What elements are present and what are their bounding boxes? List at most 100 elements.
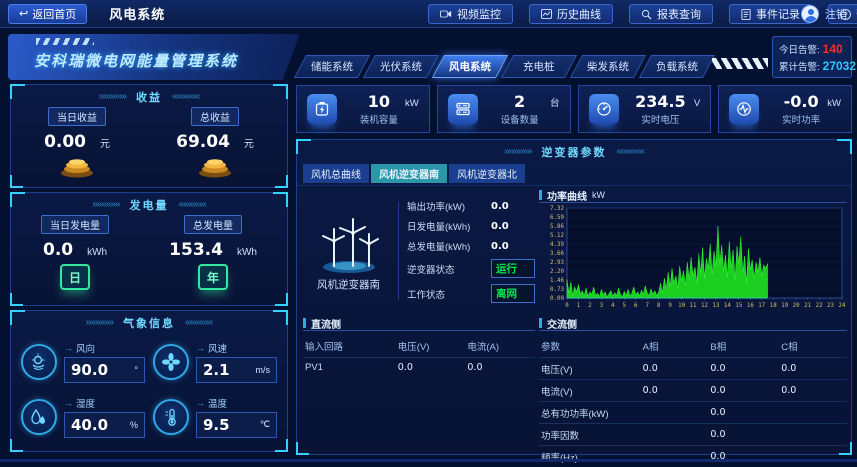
- section-bar-decoration: [539, 318, 542, 328]
- corner-decoration: [275, 439, 288, 452]
- brand-title: 安科瑞微电网能量管理系统: [34, 50, 238, 71]
- dc-side-header: 直流侧: [303, 316, 535, 331]
- svg-text:3: 3: [600, 303, 604, 309]
- page-title: 风电系统: [109, 4, 165, 23]
- stat-cards: 10 kW 装机容量 2 台 设备数量 234.5 V 实时电压: [296, 85, 852, 133]
- video-monitor-label: 视频监控: [457, 6, 501, 22]
- power-curve-title: 功率曲线: [547, 188, 587, 203]
- wind-direction-valuebox: 90.0 °: [64, 357, 145, 383]
- history-curve-button[interactable]: 历史曲线: [529, 4, 613, 24]
- tab-load-system[interactable]: 负载系统: [639, 55, 715, 78]
- daily-battery-icon: 日: [60, 264, 90, 290]
- weather-panel: »»»»»» 气象信息 «««««« 风向 90.0 ° 风速: [10, 310, 288, 452]
- svg-text:21: 21: [804, 303, 811, 309]
- total-energy-value: 0.0: [491, 241, 509, 252]
- realtime-voltage-card: 234.5 V 实时电压: [578, 85, 712, 133]
- report-query-button[interactable]: 报表查询: [629, 4, 713, 24]
- svg-text:3.66: 3.66: [550, 251, 564, 257]
- back-home-label: 返回首页: [32, 6, 76, 22]
- humidity-cell: 湿度 40.0 %: [21, 394, 145, 439]
- svg-text:17: 17: [758, 303, 765, 309]
- back-home-button[interactable]: ↩ 返回首页: [8, 4, 87, 24]
- svg-text:0.73: 0.73: [550, 287, 564, 293]
- divider: [398, 202, 399, 300]
- table-row: 总有功功率(kW)0.0: [539, 402, 847, 424]
- tab-turbine-total-curve[interactable]: 风机总曲线: [303, 164, 369, 183]
- realtime-power-unit: kW: [827, 98, 841, 109]
- tab-pv-system[interactable]: 光伏系统: [363, 55, 439, 78]
- total-generation-label: 总发电量: [184, 215, 242, 234]
- event-record-button[interactable]: 事件记录: [729, 4, 812, 24]
- arrow-decoration: »»»»»»: [86, 317, 113, 328]
- fan-icon: [153, 344, 189, 380]
- ac-side-section: 交流侧 参数 A相 B相 C相 电压(V)0.00.00.0 电流(V)0.00…: [539, 316, 847, 448]
- svg-text:5.86: 5.86: [550, 224, 564, 230]
- video-monitor-button[interactable]: 视频监控: [428, 4, 513, 24]
- realtime-voltage-label: 实时电压: [641, 112, 679, 126]
- svg-text:8: 8: [657, 303, 661, 309]
- back-arrow-icon: ↩: [19, 7, 28, 20]
- tab-wind-system[interactable]: 风电系统: [432, 55, 508, 78]
- svg-text:1: 1: [577, 303, 581, 309]
- svg-text:23: 23: [827, 303, 834, 309]
- output-power-row: 输出功率(kW) 0.0: [407, 199, 535, 213]
- humidity-valuebox: 40.0 %: [64, 412, 145, 438]
- svg-text:12: 12: [701, 303, 708, 309]
- power-curve-section: 功率曲线 kW 2023年2月4日 0.000.731.462.202.933.…: [539, 188, 847, 312]
- temperature-unit: ℃: [260, 419, 270, 430]
- power-curve-chart[interactable]: 0.000.731.462.202.933.664.395.125.866.59…: [539, 204, 847, 310]
- svg-text:1.46: 1.46: [550, 278, 564, 284]
- installed-capacity-label: 装机容量: [360, 112, 398, 126]
- inverter-panel: »»»»»» 逆变器参数 «««««« 风机总曲线 风机逆变器南 风机逆变器北 …: [296, 139, 852, 455]
- wind-turbine-icon: [309, 211, 389, 275]
- svg-text:0: 0: [565, 303, 569, 309]
- generation-header: »»»»»» 发电量 ««««««: [11, 193, 287, 213]
- revenue-panel: »»»»»» 收益 «««««« 当日收益 0.00 元 总收益 69.04 元: [10, 84, 288, 188]
- realtime-power-value: -0.0: [784, 92, 819, 111]
- alarm-summary: 今日告警: 140 累计告警: 27032: [772, 36, 852, 78]
- table-row: PV1 0.0 0.0: [303, 358, 535, 377]
- arrow-decoration: »»»»»»: [504, 146, 531, 157]
- weather-title: 气象信息: [123, 315, 175, 331]
- wind-speed-valuebox: 2.1 m/s: [196, 357, 277, 383]
- installed-capacity-card: 10 kW 装机容量: [296, 85, 430, 133]
- tab-inverter-south[interactable]: 风机逆变器南: [371, 164, 447, 183]
- top-bar: ↩ 返回首页 风电系统 视频监控 历史曲线 报表查询 事件记录 ? 帮助文档 注…: [0, 0, 857, 28]
- user-avatar-icon[interactable]: [801, 5, 819, 23]
- wind-direction-cell: 风向 90.0 °: [21, 339, 145, 384]
- document-icon: [741, 9, 751, 20]
- temperature-label: 温度: [196, 396, 277, 410]
- realtime-voltage-unit: V: [694, 98, 700, 109]
- search-icon: [641, 9, 652, 20]
- section-bar-decoration: [303, 318, 306, 328]
- svg-text:9: 9: [668, 303, 672, 309]
- table-row: 电压(V)0.00.00.0: [539, 358, 847, 380]
- tab-charging-pile[interactable]: 充电桩: [501, 55, 577, 78]
- total-generation-value: 153.4: [169, 240, 223, 260]
- arrow-decoration: »»»»»»: [99, 91, 126, 102]
- total-generation-cell: 总发电量 153.4 kWh 年: [169, 215, 257, 290]
- logout-button[interactable]: 注销: [825, 6, 847, 22]
- battery-bolt-icon: [307, 94, 337, 124]
- svg-text:18: 18: [770, 303, 777, 309]
- svg-text:14: 14: [724, 303, 731, 309]
- arrow-decoration: ««««««: [185, 317, 212, 328]
- inverter-info: 风机逆变器南 输出功率(kW) 0.0 日发电量(kWh) 0.0 总发电量(k…: [303, 192, 535, 310]
- corner-decoration: [275, 175, 288, 188]
- daily-revenue-unit: 元: [100, 135, 110, 150]
- svg-text:0.00: 0.00: [550, 296, 564, 302]
- daily-revenue-value: 0.00: [44, 132, 86, 152]
- tab-inverter-north[interactable]: 风机逆变器北: [449, 164, 525, 183]
- report-query-label: 报表查询: [657, 6, 701, 22]
- generation-panel: »»»»»» 发电量 «««««« 当日发电量 0.0 kWh 日 总发电量 1…: [10, 192, 288, 306]
- daily-revenue-label: 当日收益: [48, 107, 106, 126]
- daily-generation-value: 0.0: [43, 240, 73, 260]
- svg-text:22: 22: [816, 303, 823, 309]
- device-count-label: 设备数量: [501, 112, 539, 126]
- tab-diesel-system[interactable]: 柴发系统: [570, 55, 646, 78]
- daily-generation-unit: kWh: [87, 247, 107, 258]
- tab-storage-system[interactable]: 储能系统: [294, 55, 370, 78]
- wind-speed-unit: m/s: [256, 365, 271, 375]
- humidity-unit: %: [130, 420, 138, 430]
- ac-side-header: 交流侧: [539, 316, 847, 331]
